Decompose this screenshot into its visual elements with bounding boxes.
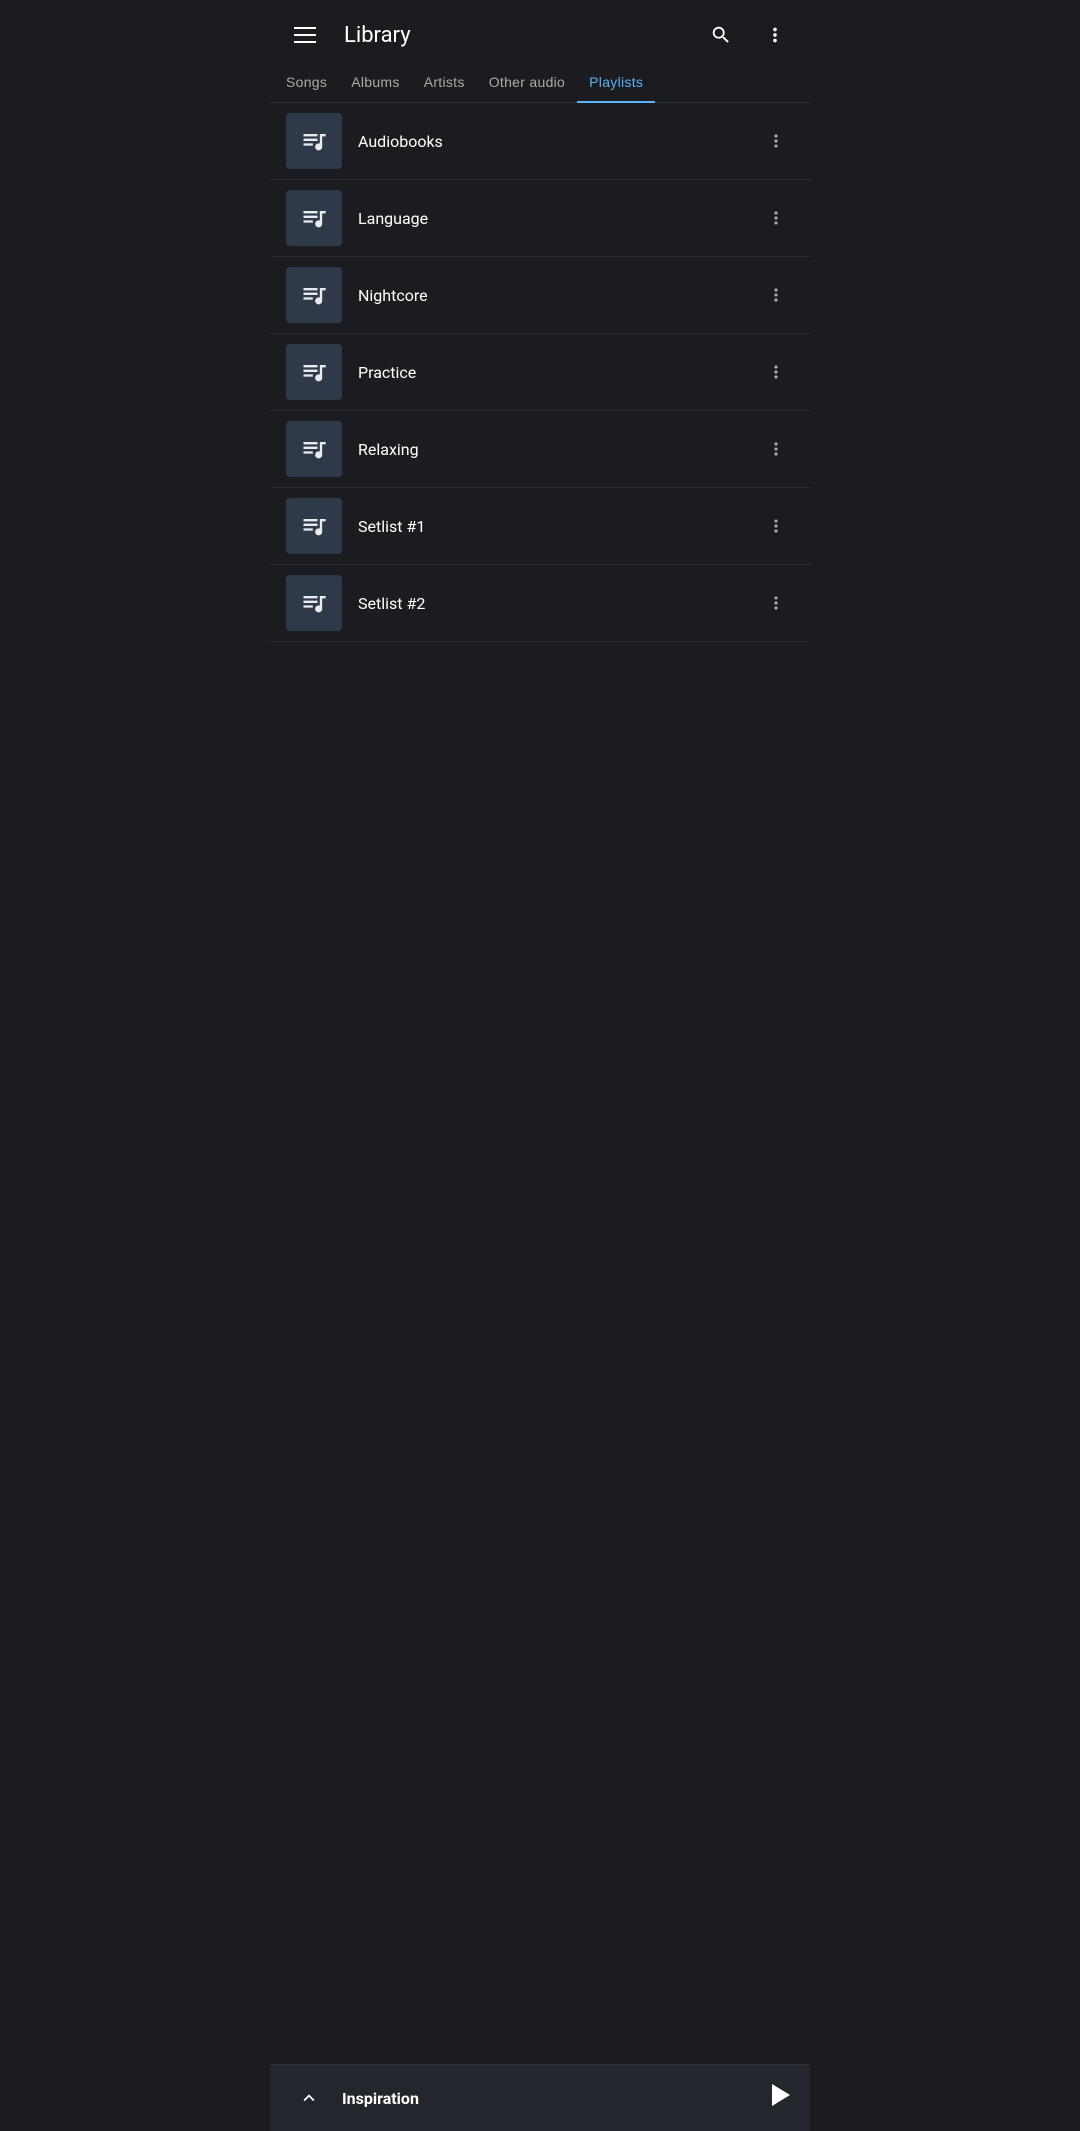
tab-playlists[interactable]: Playlists: [577, 62, 655, 102]
more-vertical-icon: [766, 362, 786, 382]
search-button[interactable]: [702, 16, 740, 54]
tabs-container: Songs Albums Artists Other audio Playlis…: [270, 62, 810, 103]
tab-artists[interactable]: Artists: [412, 62, 477, 102]
playlist-more-button[interactable]: [758, 431, 794, 467]
playlist-more-button[interactable]: [758, 200, 794, 236]
search-icon: [710, 24, 732, 46]
list-item[interactable]: Nightcore: [270, 257, 810, 334]
list-item[interactable]: Audiobooks: [270, 103, 810, 180]
tab-songs[interactable]: Songs: [274, 62, 339, 102]
tab-other-audio[interactable]: Other audio: [477, 62, 577, 102]
tab-albums[interactable]: Albums: [339, 62, 411, 102]
more-vertical-icon: [764, 24, 786, 46]
playlist-name: Relaxing: [358, 440, 758, 459]
header-left: Library: [286, 19, 411, 51]
list-item[interactable]: Practice: [270, 334, 810, 411]
playlist-thumbnail: [286, 498, 342, 554]
player-track-title: Inspiration: [342, 2089, 419, 2108]
playlist-name: Setlist #1: [358, 517, 758, 536]
playlist-icon: [300, 435, 328, 463]
playlist-icon: [300, 358, 328, 386]
more-vertical-icon: [766, 285, 786, 305]
playlist-thumbnail: [286, 344, 342, 400]
expand-player-button[interactable]: [290, 2079, 328, 2117]
overflow-menu-button[interactable]: [756, 16, 794, 54]
playlist-thumbnail: [286, 421, 342, 477]
playlist-name: Audiobooks: [358, 132, 758, 151]
more-vertical-icon: [766, 516, 786, 536]
more-vertical-icon: [766, 593, 786, 613]
more-vertical-icon: [766, 439, 786, 459]
playlist-name: Setlist #2: [358, 594, 758, 613]
playlist-more-button[interactable]: [758, 123, 794, 159]
list-item[interactable]: Language: [270, 180, 810, 257]
playlist-more-button[interactable]: [758, 585, 794, 621]
hamburger-icon: [294, 27, 316, 43]
playlist-thumbnail: [286, 575, 342, 631]
playlist-name: Language: [358, 209, 758, 228]
playlist-thumbnail: [286, 267, 342, 323]
playlist-icon: [300, 589, 328, 617]
player-left: Inspiration: [290, 2079, 419, 2117]
bottom-player[interactable]: Inspiration: [270, 2064, 810, 2131]
header-actions: [702, 16, 794, 54]
more-vertical-icon: [766, 208, 786, 228]
chevron-up-icon: [298, 2087, 320, 2109]
app-header: Library: [270, 0, 810, 62]
playlist-icon: [300, 281, 328, 309]
playlist-icon: [300, 127, 328, 155]
playlist-list: Audiobooks Language Nightcore: [270, 103, 810, 642]
list-item[interactable]: Setlist #1: [270, 488, 810, 565]
playlist-name: Nightcore: [358, 286, 758, 305]
list-item[interactable]: Setlist #2: [270, 565, 810, 642]
playlist-icon: [300, 512, 328, 540]
playlist-more-button[interactable]: [758, 277, 794, 313]
playlist-icon: [300, 204, 328, 232]
page-title: Library: [344, 23, 411, 48]
play-button[interactable]: [772, 2084, 790, 2112]
play-icon: [772, 2084, 790, 2106]
playlist-more-button[interactable]: [758, 508, 794, 544]
playlist-more-button[interactable]: [758, 354, 794, 390]
list-item[interactable]: Relaxing: [270, 411, 810, 488]
more-vertical-icon: [766, 131, 786, 151]
playlist-name: Practice: [358, 363, 758, 382]
menu-button[interactable]: [286, 19, 324, 51]
playlist-thumbnail: [286, 113, 342, 169]
playlist-thumbnail: [286, 190, 342, 246]
